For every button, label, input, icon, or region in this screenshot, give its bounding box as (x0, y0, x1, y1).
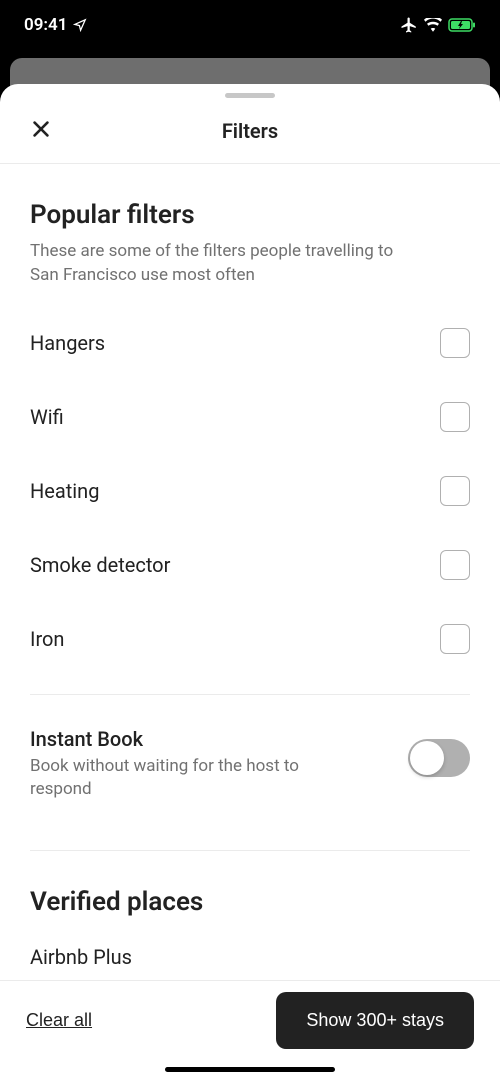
popular-filters-title: Popular filters (30, 200, 470, 230)
location-arrow-icon (73, 18, 87, 32)
airplane-mode-icon (400, 16, 418, 34)
instant-book-toggle[interactable] (408, 739, 470, 777)
checkbox-smoke-detector[interactable] (440, 550, 470, 580)
verified-item-airbnb-plus[interactable]: Airbnb Plus (30, 945, 470, 973)
verified-places-section: Verified places Airbnb Plus (30, 851, 470, 973)
home-indicator[interactable] (165, 1067, 335, 1072)
close-button[interactable] (26, 116, 56, 146)
filter-row-wifi[interactable]: Wifi (30, 380, 470, 454)
wifi-icon (424, 18, 442, 32)
popular-filters-subtitle: These are some of the filters people tra… (30, 240, 410, 288)
filter-row-iron[interactable]: Iron (30, 602, 470, 676)
filter-row-smoke-detector[interactable]: Smoke detector (30, 528, 470, 602)
checkbox-hangers[interactable] (440, 328, 470, 358)
filter-sheet: Filters Popular filters These are some o… (0, 84, 500, 1080)
close-icon (30, 118, 52, 144)
status-time: 09:41 (24, 15, 67, 35)
filter-label: Wifi (30, 405, 64, 429)
sheet-header: Filters (0, 98, 500, 164)
filter-row-hangers[interactable]: Hangers (30, 306, 470, 380)
filter-label: Smoke detector (30, 553, 170, 577)
sheet-content[interactable]: Popular filters These are some of the fi… (0, 164, 500, 980)
instant-book-subtitle: Book without waiting for the host to res… (30, 755, 350, 803)
popular-filters-section: Popular filters These are some of the fi… (30, 164, 470, 973)
battery-charging-icon (448, 18, 476, 32)
filter-row-heating[interactable]: Heating (30, 454, 470, 528)
filter-label: Iron (30, 627, 64, 651)
instant-book-row: Instant Book Book without waiting for th… (30, 695, 470, 833)
status-bar: 09:41 (0, 0, 500, 50)
clear-all-button[interactable]: Clear all (26, 1010, 92, 1031)
filter-label: Hangers (30, 331, 105, 355)
filter-label: Heating (30, 479, 99, 503)
toggle-knob (410, 741, 444, 775)
show-stays-button[interactable]: Show 300+ stays (276, 992, 474, 1049)
checkbox-iron[interactable] (440, 624, 470, 654)
bottom-action-bar: Clear all Show 300+ stays (0, 980, 500, 1080)
checkbox-heating[interactable] (440, 476, 470, 506)
verified-places-title: Verified places (30, 887, 470, 917)
instant-book-title: Instant Book (30, 727, 350, 751)
checkbox-wifi[interactable] (440, 402, 470, 432)
sheet-title: Filters (222, 119, 278, 143)
